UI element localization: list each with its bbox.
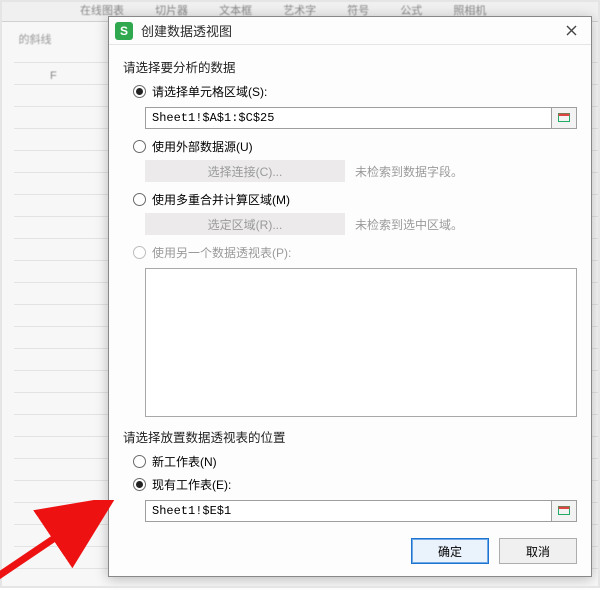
pivot-table-list bbox=[145, 268, 577, 417]
radio-another bbox=[133, 246, 146, 259]
option-another-pivot: 使用另一个数据透视表(P): bbox=[133, 244, 577, 261]
option-new-sheet-label: 新工作表(N) bbox=[152, 453, 217, 470]
option-another-label: 使用另一个数据透视表(P): bbox=[152, 244, 291, 261]
no-field-note: 未检索到数据字段。 bbox=[355, 163, 463, 180]
option-multi-consolidate[interactable]: 使用多重合并计算区域(M) bbox=[133, 191, 577, 208]
close-icon bbox=[566, 25, 577, 36]
dialog-titlebar: S 创建数据透视图 bbox=[109, 17, 591, 45]
collapse-range-button[interactable] bbox=[551, 107, 577, 129]
ok-button[interactable]: 确定 bbox=[411, 538, 489, 564]
option-multi-label: 使用多重合并计算区域(M) bbox=[152, 191, 290, 208]
close-button[interactable] bbox=[557, 20, 585, 42]
cell-range-input[interactable] bbox=[145, 107, 551, 129]
option-existing-sheet[interactable]: 现有工作表(E): bbox=[133, 476, 577, 493]
cancel-button[interactable]: 取消 bbox=[499, 538, 577, 564]
cell-range-row bbox=[145, 107, 577, 129]
dialog-body: 请选择要分析的数据 请选择单元格区域(S): 使用外部数据源(U) 选择连接(C… bbox=[109, 45, 591, 528]
radio-cell-range[interactable] bbox=[133, 85, 146, 98]
no-region-note: 未检索到选中区域。 bbox=[355, 216, 463, 233]
external-sub-row: 选择连接(C)... 未检索到数据字段。 bbox=[145, 160, 577, 182]
section-analyze-label: 请选择要分析的数据 bbox=[123, 57, 577, 76]
dialog-footer: 确定 取消 bbox=[109, 528, 591, 576]
choose-connection-button: 选择连接(C)... bbox=[145, 160, 345, 182]
section-location-label: 请选择放置数据透视表的位置 bbox=[123, 427, 577, 446]
dialog-title: 创建数据透视图 bbox=[141, 21, 557, 40]
multi-sub-row: 选定区域(R)... 未检索到选中区域。 bbox=[145, 213, 577, 235]
option-external-data[interactable]: 使用外部数据源(U) bbox=[133, 138, 577, 155]
radio-existing[interactable] bbox=[133, 478, 146, 491]
option-cell-range[interactable]: 请选择单元格区域(S): bbox=[133, 83, 577, 100]
option-cell-range-label: 请选择单元格区域(S): bbox=[152, 83, 267, 100]
option-existing-label: 现有工作表(E): bbox=[152, 476, 231, 493]
collapse-icon bbox=[557, 504, 571, 518]
radio-multi[interactable] bbox=[133, 193, 146, 206]
collapse-icon bbox=[557, 111, 571, 125]
option-new-sheet[interactable]: 新工作表(N) bbox=[133, 453, 577, 470]
location-input[interactable] bbox=[145, 500, 551, 522]
location-range-row bbox=[145, 500, 577, 522]
create-pivot-chart-dialog: S 创建数据透视图 请选择要分析的数据 请选择单元格区域(S): 使用外部数据源… bbox=[108, 16, 592, 577]
radio-external[interactable] bbox=[133, 140, 146, 153]
collapse-location-button[interactable] bbox=[551, 500, 577, 522]
app-icon: S bbox=[115, 22, 133, 40]
left-text: 的斜线 bbox=[0, 30, 70, 50]
radio-new-sheet[interactable] bbox=[133, 455, 146, 468]
select-region-button: 选定区域(R)... bbox=[145, 213, 345, 235]
option-external-label: 使用外部数据源(U) bbox=[152, 138, 253, 155]
